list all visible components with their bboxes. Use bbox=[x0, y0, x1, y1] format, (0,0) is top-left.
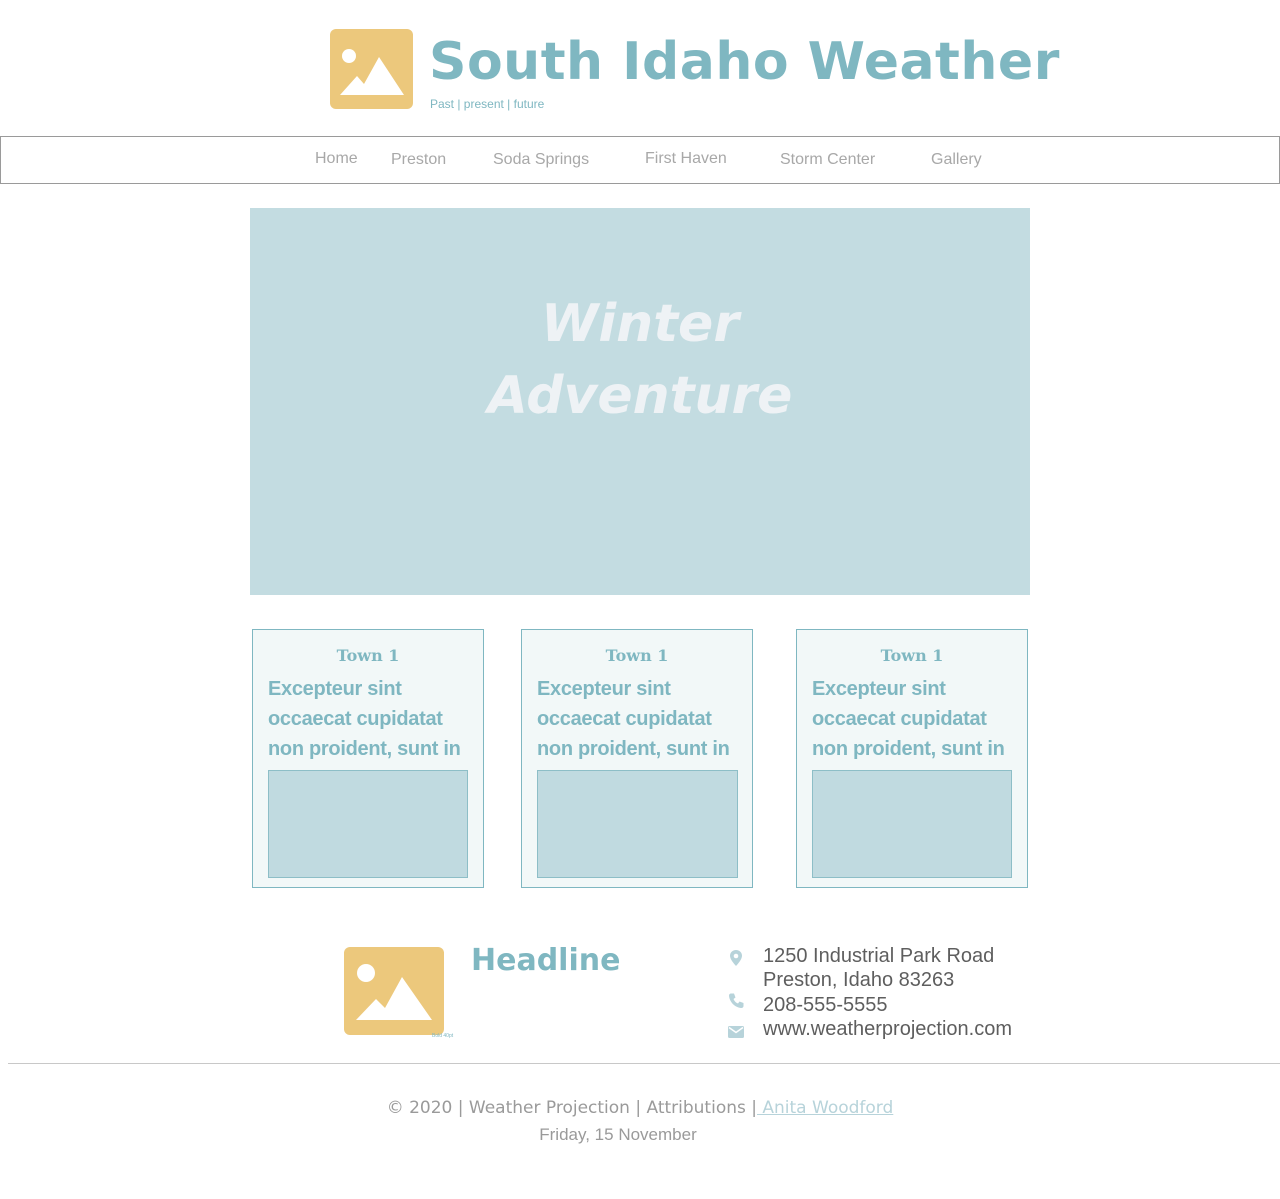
address-line-2: Preston, Idaho 83263 bbox=[763, 969, 955, 991]
card-text: Excepteur sint occaecat cupidatat non pr… bbox=[268, 678, 461, 760]
copyright-text: © 2020 | Weather Projection | Attributio… bbox=[386, 1098, 757, 1118]
location-pin-icon bbox=[726, 948, 746, 968]
image-placeholder-icon bbox=[356, 964, 432, 1020]
author-link[interactable]: Anita Woodford bbox=[757, 1098, 893, 1118]
card-text: Excepteur sint occaecat cupidatat non pr… bbox=[537, 678, 730, 760]
card-title: Town 1 bbox=[336, 646, 400, 665]
envelope-icon bbox=[726, 1022, 746, 1042]
footer-logo-caption: Bold 40pt bbox=[432, 1033, 454, 1039]
phone-number[interactable]: 208-555-5555 bbox=[763, 993, 888, 1017]
website-link[interactable]: www.weatherprojection.com bbox=[763, 1017, 1012, 1041]
address-line-1: 1250 Industrial Park Road bbox=[763, 945, 995, 967]
nav-preston[interactable]: Preston bbox=[391, 151, 446, 169]
footer-headline: Headline bbox=[471, 943, 621, 978]
card-text: Excepteur sint occaecat cupidatat non pr… bbox=[812, 678, 1005, 760]
footer-divider bbox=[8, 1063, 1280, 1064]
site-logo[interactable] bbox=[330, 29, 413, 109]
hero-title-line1: Winter bbox=[541, 294, 739, 354]
card-title: Town 1 bbox=[605, 646, 669, 665]
card-image bbox=[268, 770, 468, 878]
hero-title-line2: Adventure bbox=[487, 366, 793, 426]
nav-storm-center[interactable]: Storm Center bbox=[780, 151, 875, 169]
image-placeholder-icon bbox=[340, 49, 404, 95]
copyright-line: © 2020 | Weather Projection | Attributio… bbox=[0, 1098, 1280, 1118]
nav-gallery[interactable]: Gallery bbox=[931, 151, 982, 169]
town-card[interactable]: Town 1 Excepteur sint occaecat cupidatat… bbox=[796, 629, 1028, 888]
card-image bbox=[812, 770, 1012, 878]
main-navigation bbox=[0, 136, 1280, 184]
card-title: Town 1 bbox=[880, 646, 944, 665]
current-date: Friday, 15 November bbox=[539, 1125, 697, 1144]
nav-home[interactable]: Home bbox=[315, 150, 358, 168]
nav-soda-springs[interactable]: Soda Springs bbox=[493, 151, 589, 169]
card-image bbox=[537, 770, 738, 878]
site-tagline: Past | present | future bbox=[430, 97, 545, 111]
town-card[interactable]: Town 1 Excepteur sint occaecat cupidatat… bbox=[252, 629, 484, 888]
phone-icon bbox=[726, 991, 746, 1011]
footer-logo[interactable] bbox=[344, 947, 444, 1035]
town-card[interactable]: Town 1 Excepteur sint occaecat cupidatat… bbox=[521, 629, 753, 888]
nav-first-haven[interactable]: First Haven bbox=[645, 150, 727, 168]
site-title[interactable]: South Idaho Weather bbox=[429, 30, 1060, 94]
